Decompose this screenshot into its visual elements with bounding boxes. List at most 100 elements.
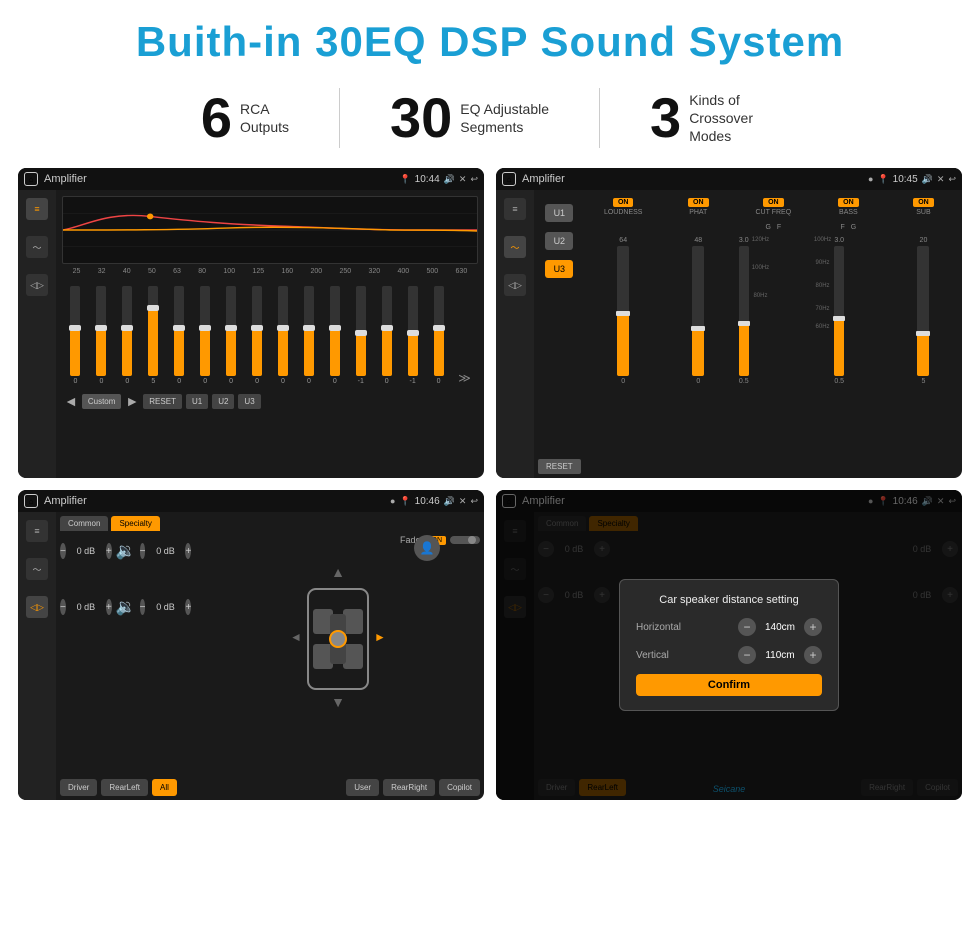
eq-slider-11[interactable]: -1: [349, 286, 372, 385]
s3-plus-1[interactable]: +: [106, 599, 112, 615]
eq-slider-0[interactable]: 0: [64, 286, 87, 385]
user-btn[interactable]: User: [346, 779, 379, 796]
screen2-back-icon[interactable]: ↩: [948, 174, 956, 185]
eq-slider-7[interactable]: 0: [246, 286, 269, 385]
fader-slider[interactable]: [450, 536, 480, 544]
eq-slider-3[interactable]: 5: [142, 286, 165, 385]
screen2-vol-icon[interactable]: 🔊: [922, 174, 933, 185]
cutfreq-toggle[interactable]: ON: [763, 198, 784, 207]
eq-u3-btn[interactable]: U3: [238, 394, 260, 409]
horizontal-label: Horizontal: [636, 622, 696, 633]
s2-wave-icon[interactable]: 〜: [504, 236, 526, 258]
driver-btn[interactable]: Driver: [60, 779, 97, 796]
screen1-pin-icon: 📍: [399, 174, 410, 185]
s2-vol-icon[interactable]: ◁▷: [504, 274, 526, 296]
s3-minus-0[interactable]: −: [60, 543, 66, 559]
all-btn[interactable]: All: [152, 779, 177, 796]
s3-minus-r0[interactable]: −: [140, 543, 146, 559]
screen2-topbar: ⌂ Amplifier ● 📍 10:45 🔊 ✕ ↩: [496, 168, 962, 190]
screen3-back-icon[interactable]: ↩: [470, 496, 478, 507]
screen2-dot-icon: ●: [868, 174, 873, 184]
eq-freq-100: 100: [223, 268, 235, 275]
loudness-toggle[interactable]: ON: [613, 198, 634, 207]
eq-freq-125: 125: [252, 268, 264, 275]
eq-slider-6[interactable]: 0: [220, 286, 243, 385]
eq-u2-btn[interactable]: U2: [212, 394, 234, 409]
screen1-time: 10:44: [415, 174, 440, 185]
page-title: Buith-in 30EQ DSP Sound System: [0, 18, 980, 66]
eq-freq-40: 40: [123, 268, 131, 275]
screen1-back-icon[interactable]: ↩: [470, 174, 478, 185]
s3-speaker-l2: 🔉: [116, 597, 136, 617]
screen1-title: Amplifier: [44, 173, 393, 185]
eq-freq-25: 25: [73, 268, 81, 275]
eq-slider-4[interactable]: 0: [168, 286, 191, 385]
amp-reset-btn[interactable]: RESET: [538, 459, 581, 474]
horizontal-minus-btn[interactable]: −: [738, 618, 756, 636]
sidebar-eq-icon[interactable]: ≡: [26, 198, 48, 220]
eq-slider-5[interactable]: 0: [194, 286, 217, 385]
eq-slider-1[interactable]: 0: [90, 286, 113, 385]
tab-specialty[interactable]: Specialty: [111, 516, 159, 531]
s3-plus-r0[interactable]: +: [185, 543, 191, 559]
eq-slider-13[interactable]: -1: [401, 286, 424, 385]
profile-btn[interactable]: 👤: [414, 535, 440, 561]
screen3-vol-icon[interactable]: 🔊: [444, 496, 455, 507]
eq-expand-icon[interactable]: ≫: [453, 371, 476, 385]
bass-label: BASS: [839, 209, 858, 216]
s3-wave-icon[interactable]: 〜: [26, 558, 48, 580]
phat-toggle[interactable]: ON: [688, 198, 709, 207]
screen-amplifier: ⌂ Amplifier ● 📍 10:45 🔊 ✕ ↩ ≡ 〜 ◁▷: [496, 168, 962, 478]
screen3-dot-icon: ●: [390, 496, 395, 506]
vertical-value: 110cm: [760, 650, 800, 661]
eq-slider-12[interactable]: 0: [375, 286, 398, 385]
screen3-x-icon[interactable]: ✕: [459, 496, 467, 507]
header: Buith-in 30EQ DSP Sound System: [0, 0, 980, 76]
sidebar-wave-icon[interactable]: 〜: [26, 236, 48, 258]
amp-u3-btn[interactable]: U3: [545, 260, 573, 278]
home-icon-3[interactable]: ⌂: [24, 494, 38, 508]
sub-toggle[interactable]: ON: [913, 198, 934, 207]
eq-next-icon[interactable]: ►: [125, 393, 139, 409]
eq-reset-btn[interactable]: RESET: [143, 394, 182, 409]
rearright-btn[interactable]: RearRight: [383, 779, 435, 796]
screen2-topbar-icons: ● 📍 10:45 🔊 ✕ ↩: [868, 174, 956, 185]
horizontal-plus-btn[interactable]: +: [804, 618, 822, 636]
eq-freq-400: 400: [398, 268, 410, 275]
home-icon-2[interactable]: ⌂: [502, 172, 516, 186]
eq-u1-btn[interactable]: U1: [186, 394, 208, 409]
eq-slider-14[interactable]: 0: [427, 286, 450, 385]
s3-plus-r1[interactable]: +: [185, 599, 191, 615]
sidebar-vol-icon[interactable]: ◁▷: [26, 274, 48, 296]
screen2-x-icon[interactable]: ✕: [937, 174, 945, 185]
rearleft-btn[interactable]: RearLeft: [101, 779, 148, 796]
eq-prev-icon[interactable]: ◄: [64, 393, 78, 409]
s3-vol-icon[interactable]: ◁▷: [26, 596, 48, 618]
vertical-minus-btn[interactable]: −: [738, 646, 756, 664]
vertical-label: Vertical: [636, 650, 696, 661]
eq-slider-8[interactable]: 0: [272, 286, 295, 385]
s3-speaker-l: 🔉: [116, 541, 136, 561]
s2-eq-icon[interactable]: ≡: [504, 198, 526, 220]
amp-u1-btn[interactable]: U1: [545, 204, 573, 222]
s3-minus-1[interactable]: −: [60, 599, 66, 615]
screen-dialog: ⌂ Amplifier ● 📍 10:46 🔊 ✕ ↩ ≡ 〜 ◁▷ Commo…: [496, 490, 962, 800]
confirm-button[interactable]: Confirm: [636, 674, 822, 696]
stat-label-eq: EQ AdjustableSegments: [460, 100, 549, 136]
amp-main: U1 U2 U3 RESET ON LOUDNESS: [534, 190, 962, 478]
eq-slider-10[interactable]: 0: [323, 286, 346, 385]
eq-slider-9[interactable]: 0: [297, 286, 320, 385]
screen1-x-icon[interactable]: ✕: [459, 174, 467, 185]
s3-minus-r1[interactable]: −: [140, 599, 146, 615]
eq-slider-2[interactable]: 0: [116, 286, 139, 385]
s3-eq-icon[interactable]: ≡: [26, 520, 48, 542]
home-icon-1[interactable]: ⌂: [24, 172, 38, 186]
eq-custom-btn[interactable]: Custom: [82, 394, 122, 409]
screen1-body: ≡ 〜 ◁▷: [18, 190, 484, 478]
amp-u2-btn[interactable]: U2: [545, 232, 573, 250]
s3-plus-0[interactable]: +: [106, 543, 112, 559]
tab-common[interactable]: Common: [60, 516, 108, 531]
bass-toggle[interactable]: ON: [838, 198, 859, 207]
vertical-plus-btn[interactable]: +: [804, 646, 822, 664]
copilot-btn[interactable]: Copilot: [439, 779, 480, 796]
